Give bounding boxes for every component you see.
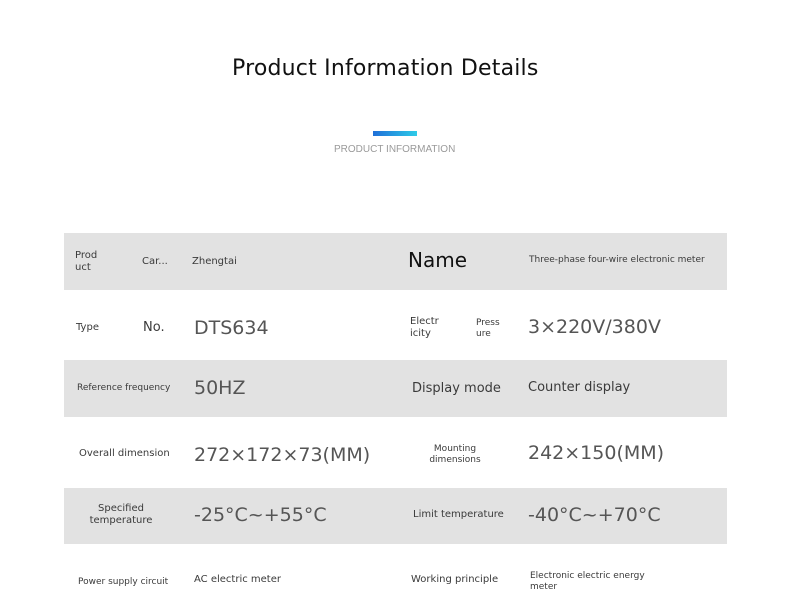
value-power-supply-circuit: AC electric meter [194,574,281,585]
value-display-mode: Counter display [528,380,631,395]
value-working-principle: Electronic electric energy meter [530,571,645,592]
value-name: Three-phase four-wire electronic meter [529,255,705,265]
label-overall-dimension: Overall dimension [79,448,170,459]
label-electricity: Electr icity [410,316,439,339]
label-specified-temperature: Specified temperature [89,503,153,526]
page-subtitle: PRODUCT INFORMATION [334,144,456,155]
label-reference-frequency: Reference frequency [77,383,171,393]
page-title: Product Information Details [232,56,539,81]
label-product: Prod uct [75,250,98,273]
value-brand: Zhengtai [192,256,237,267]
label-limit-temperature: Limit temperature [413,509,504,520]
label-name: Name [408,248,468,272]
value-voltage: 3×220V/380V [528,316,661,338]
value-mounting-dimensions: 242×150(MM) [528,442,665,464]
label-display-mode: Display mode [412,381,501,396]
label-mounting-dimensions: Mounting dimensions [429,444,481,465]
label-type: Type [76,322,99,333]
value-frequency: 50HZ [194,377,246,399]
value-overall-dimension: 272×172×73(MM) [194,444,371,466]
value-limit-temperature: -40°C~+70°C [528,504,661,526]
value-specified-temperature: -25°C~+55°C [194,504,327,526]
label-pressure: Press ure [476,318,500,339]
label-power-supply-circuit: Power supply circuit [78,577,169,587]
label-working-principle: Working principle [411,574,499,585]
label-brand: Car... [142,256,168,267]
value-type: DTS634 [194,317,269,339]
label-number: No. [143,320,165,335]
title-accent-bar [373,131,417,136]
